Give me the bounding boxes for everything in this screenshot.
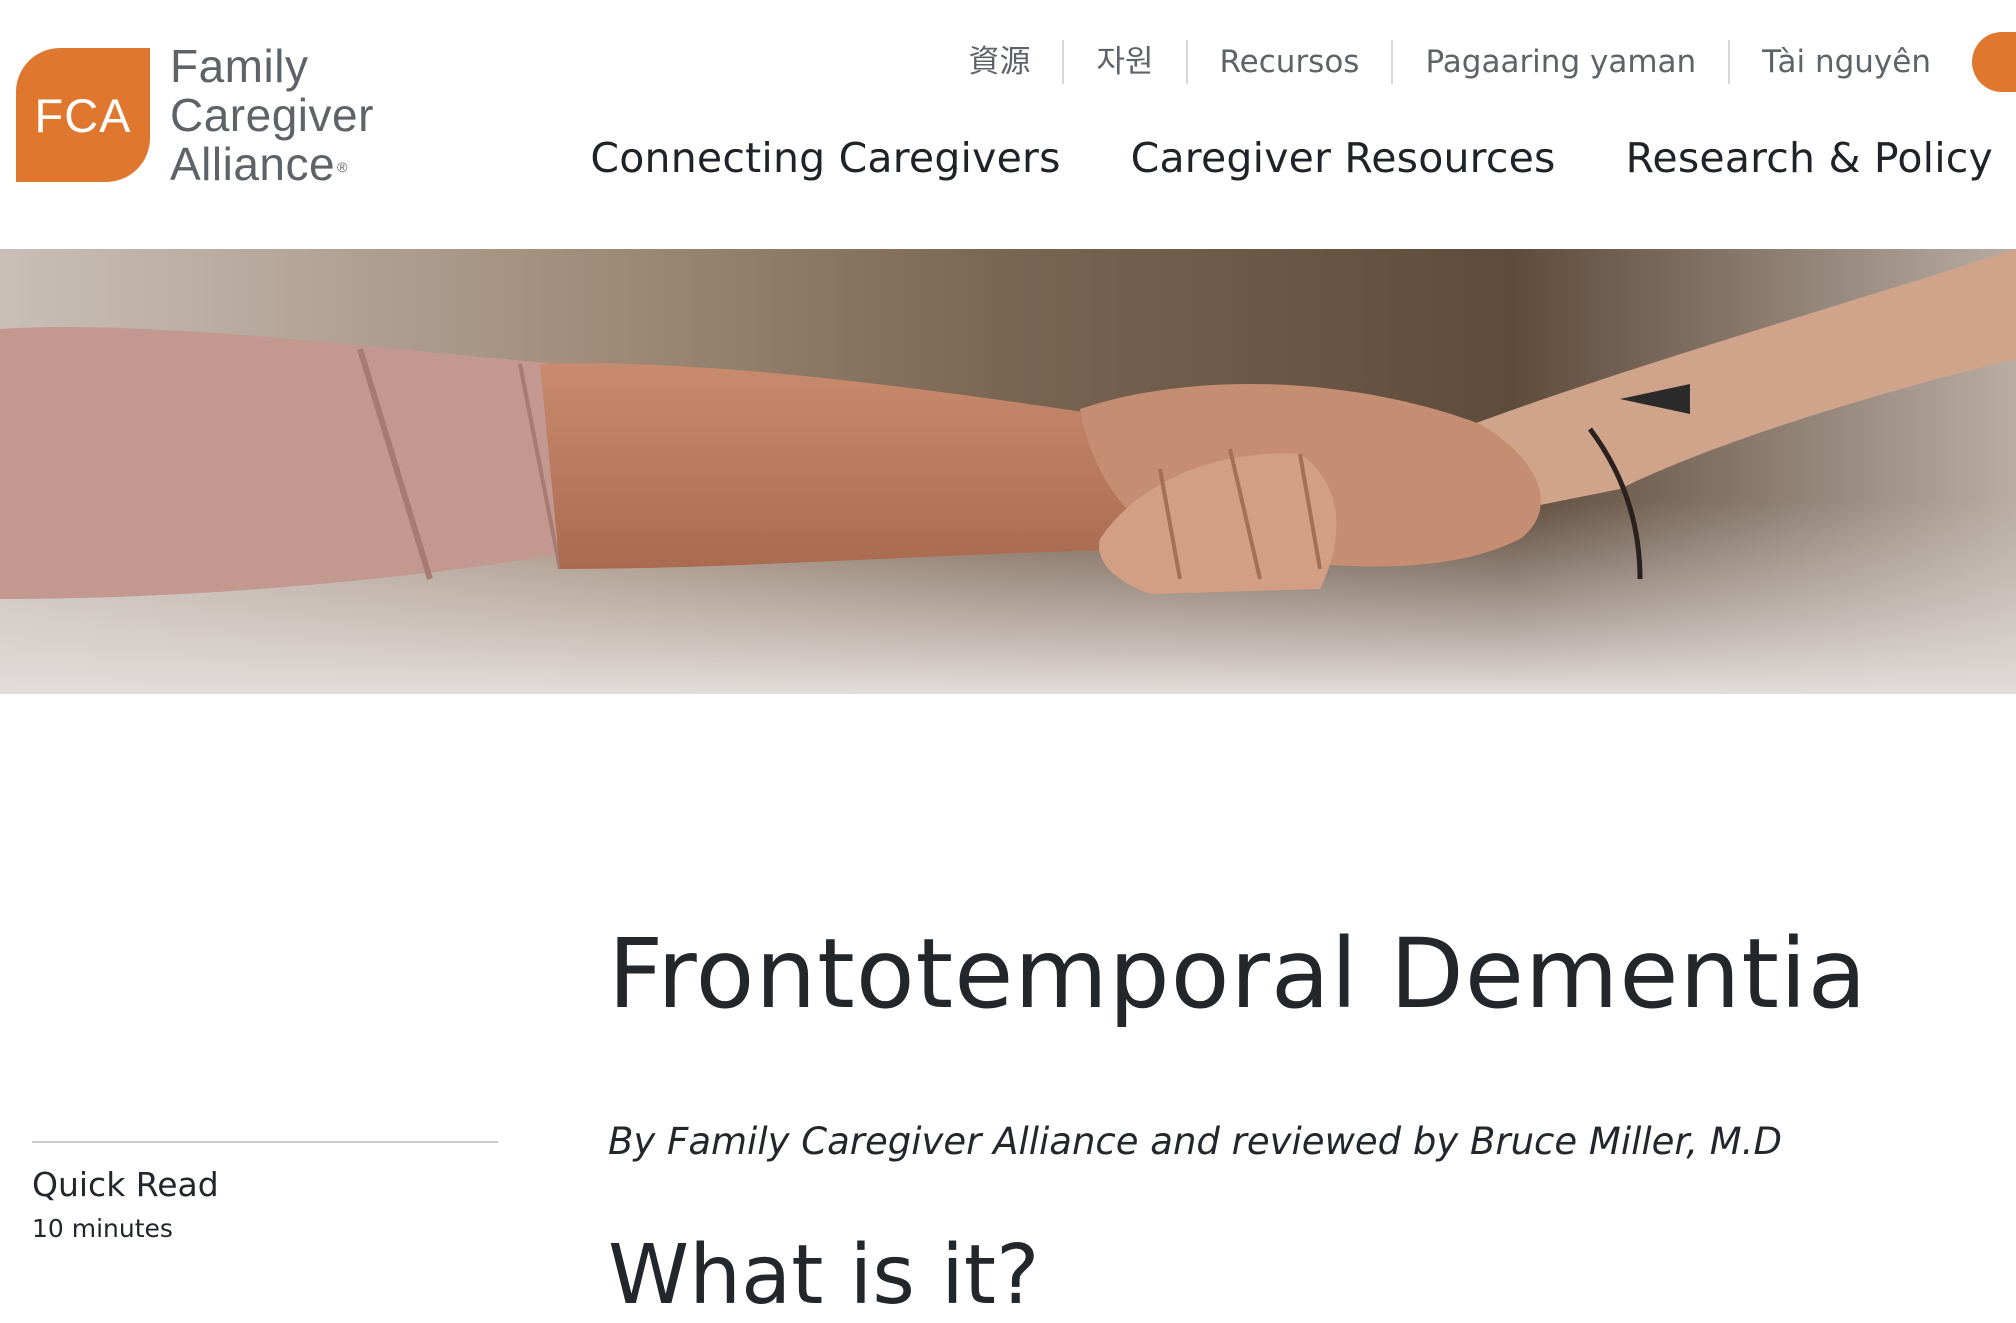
nav-connecting-caregivers[interactable]: Connecting Caregivers xyxy=(590,134,1060,182)
logo-line-caregiver: Caregiver xyxy=(170,89,374,141)
sidebar-divider xyxy=(32,1141,498,1143)
lang-link-korean[interactable]: 자원 xyxy=(1064,40,1188,84)
registered-mark: ® xyxy=(337,159,348,175)
nav-caregiver-resources[interactable]: Caregiver Resources xyxy=(1131,134,1556,182)
section-heading: What is it? xyxy=(608,1228,1040,1323)
logo-line-alliance-text: Alliance xyxy=(170,138,336,190)
lang-link-spanish[interactable]: Recursos xyxy=(1188,40,1394,84)
logo-wordmark: Family Caregiver Alliance ® xyxy=(170,42,374,192)
logo-mark: FCA xyxy=(16,48,150,182)
nav-research-policy[interactable]: Research & Policy xyxy=(1626,134,1993,182)
lang-link-tagalog[interactable]: Pagaaring yaman xyxy=(1393,40,1731,84)
language-links: 資源 자원 Recursos Pagaaring yaman Tài nguyê… xyxy=(936,40,1931,84)
page-title: Frontotemporal Dementia xyxy=(608,918,1868,1030)
fca-logo[interactable]: FCA Family Caregiver Alliance ® xyxy=(16,42,396,192)
main-nav: Connecting Caregivers Caregiver Resource… xyxy=(520,134,1993,182)
logo-mark-text: FCA xyxy=(34,88,132,142)
logo-line-alliance: Alliance ® xyxy=(170,140,374,192)
logo-line-family: Family xyxy=(170,40,309,92)
hero-image xyxy=(0,249,2016,694)
hands-illustration xyxy=(0,249,2016,694)
lang-link-chinese[interactable]: 資源 xyxy=(936,40,1065,84)
article-sidebar: Quick Read 10 minutes xyxy=(32,1141,498,1243)
donate-tab-partial[interactable] xyxy=(1972,32,2016,92)
quick-read-time: 10 minutes xyxy=(32,1214,173,1243)
lang-link-vietnamese[interactable]: Tài nguyên xyxy=(1730,40,1931,84)
quick-read-label: Quick Read xyxy=(32,1165,219,1204)
site-header: FCA Family Caregiver Alliance ® 資源 자원 Rec… xyxy=(0,0,2016,249)
article-byline: By Family Caregiver Alliance and reviewe… xyxy=(608,1120,1782,1163)
